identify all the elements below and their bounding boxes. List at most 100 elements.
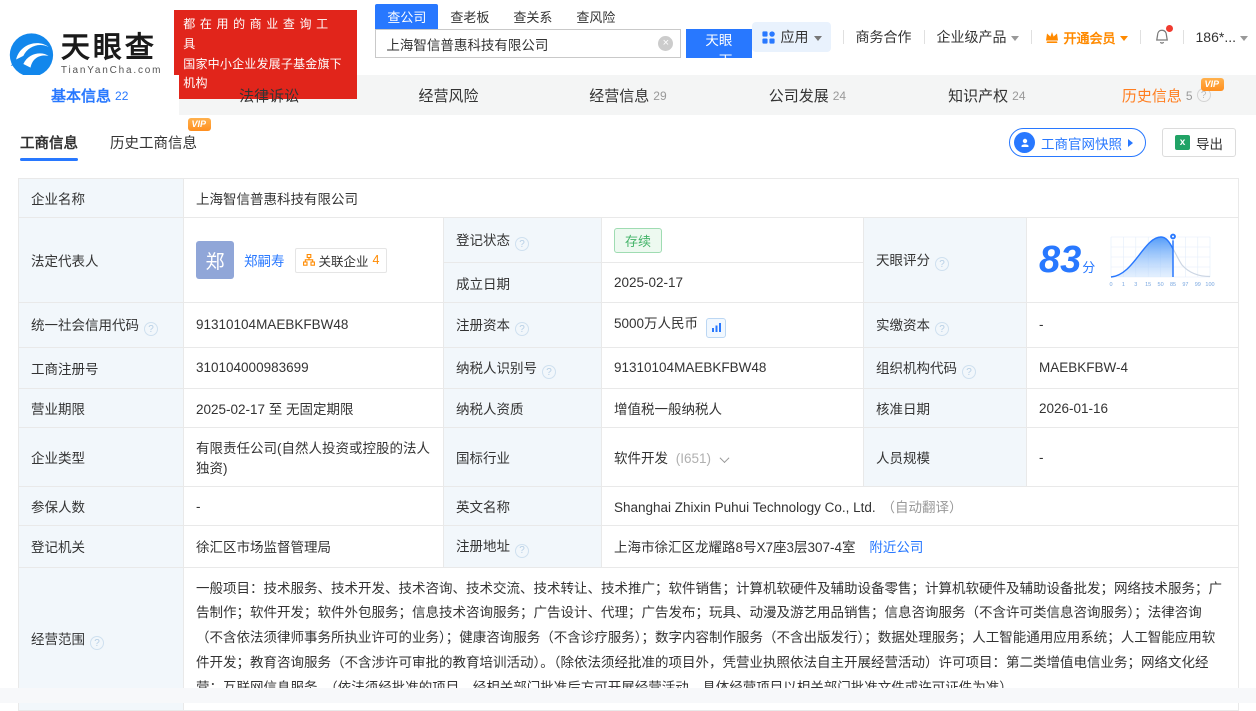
status-badge: 存续 <box>614 228 662 253</box>
section-subheader: 工商信息 历史工商信息 VIP 工商官网快照 x 导出 <box>0 115 1256 170</box>
svg-text:15: 15 <box>1145 282 1151 288</box>
search-input[interactable] <box>375 29 681 58</box>
reg-authority-value: 徐汇区市场监督管理局 <box>184 526 444 568</box>
reg-status-label: 登记状态 <box>444 218 602 263</box>
table-row: 工商注册号 310104000983699 纳税人识别号 91310104MAE… <box>19 347 1239 389</box>
chevron-down-icon <box>814 36 822 41</box>
industry-value: 软件开发 (I651) <box>602 428 864 487</box>
top-header: 天眼查 TianYanCha.com 都在用的商业查询工具 国家中小企业发展子基… <box>0 0 1256 75</box>
svg-text:0: 0 <box>1110 282 1113 288</box>
tab-operation-risk[interactable]: 经营风险 <box>359 75 538 115</box>
help-icon[interactable] <box>935 322 949 336</box>
help-icon[interactable] <box>515 544 529 558</box>
capital-trend-icon[interactable] <box>706 318 726 338</box>
taxpayer-id-value: 91310104MAEBKFBW48 <box>602 347 864 389</box>
export-button[interactable]: x 导出 <box>1162 128 1236 157</box>
approval-date-value: 2026-01-16 <box>1027 389 1239 428</box>
vip-badge: VIP <box>1201 78 1224 91</box>
official-snapshot-button[interactable]: 工商官网快照 <box>1009 128 1146 157</box>
org-code-label: 组织机构代码 <box>864 347 1027 389</box>
insured-label: 参保人数 <box>19 487 184 526</box>
tab-company-development[interactable]: 公司发展24 <box>718 75 897 115</box>
nav-vip-membership[interactable]: 开通会员 <box>1044 28 1128 47</box>
svg-text:99: 99 <box>1195 282 1201 288</box>
staff-size-label: 人员规模 <box>864 428 1027 487</box>
help-icon[interactable] <box>935 257 949 271</box>
divider <box>924 30 925 44</box>
search-area: 查公司 查老板 查关系 查风险 × 天眼一下 <box>375 4 751 58</box>
tab-history-info[interactable]: VIP 历史信息5 <box>1077 75 1256 115</box>
chevron-down-icon <box>1240 36 1248 41</box>
table-row: 统一社会信用代码 91310104MAEBKFBW48 注册资本 5000万人民… <box>19 303 1239 348</box>
related-companies-badge[interactable]: 关联企业 4 <box>295 248 388 273</box>
excel-icon: x <box>1175 135 1190 150</box>
reg-no-label: 工商注册号 <box>19 347 184 389</box>
nav-apps[interactable]: 应用 <box>752 22 831 52</box>
notifications-bell-icon[interactable] <box>1153 28 1171 46</box>
help-icon[interactable] <box>144 322 158 336</box>
insured-value: - <box>184 487 444 526</box>
score-value: 83分 <box>1039 241 1095 279</box>
reg-no-value: 310104000983699 <box>184 347 444 389</box>
address-label: 注册地址 <box>444 526 602 568</box>
svg-text:1: 1 <box>1122 282 1125 288</box>
nearby-companies-link[interactable]: 附近公司 <box>869 540 923 555</box>
tab-intellectual-property[interactable]: 知识产权24 <box>897 75 1076 115</box>
legal-rep-link[interactable]: 郑嗣寿 <box>244 250 285 270</box>
help-icon[interactable] <box>962 365 976 379</box>
help-icon[interactable] <box>515 322 529 336</box>
search-button[interactable]: 天眼一下 <box>686 29 751 58</box>
chevron-down-icon[interactable] <box>719 453 729 463</box>
legal-rep-cell: 郑 郑嗣寿 关联企业 4 <box>184 218 444 303</box>
tab-legal-litigation[interactable]: 法律诉讼 <box>179 75 358 115</box>
company-name-label: 企业名称 <box>19 179 184 218</box>
score-cell: 83分 <box>1027 218 1239 303</box>
help-icon[interactable] <box>515 237 529 251</box>
company-type-value: 有限责任公司(自然人投资或控股的法人独资) <box>184 428 444 487</box>
help-icon[interactable] <box>542 365 556 379</box>
chevron-down-icon <box>1120 36 1128 41</box>
paid-capital-label: 实缴资本 <box>864 303 1027 348</box>
search-tab-relation[interactable]: 查关系 <box>501 4 564 29</box>
brand-domain: TianYanCha.com <box>61 65 162 76</box>
top-nav: 应用 商务合作 企业级产品 开通会员 18 <box>752 22 1249 52</box>
est-date-value: 2025-02-17 <box>602 263 864 303</box>
address-value: 上海市徐汇区龙耀路8号X7座3层307-4室 附近公司 <box>602 526 1239 568</box>
nav-enterprise[interactable]: 企业级产品 <box>937 27 1019 47</box>
score-distribution-chart: 0 1 3 15 50 85 97 99 100 <box>1105 229 1217 291</box>
table-row: 法定代表人 郑 郑嗣寿 关联企业 4 登记状态 <box>19 218 1239 263</box>
tab-basic-info[interactable]: 基本信息22 <box>0 75 179 115</box>
nav-cooperation[interactable]: 商务合作 <box>856 27 912 47</box>
vip-badge: VIP <box>188 118 211 131</box>
subtab-business-info[interactable]: 工商信息 <box>20 118 78 167</box>
search-tab-company[interactable]: 查公司 <box>375 4 438 29</box>
subtab-history-business-info[interactable]: 历史工商信息 VIP <box>110 118 197 167</box>
svg-text:97: 97 <box>1183 282 1189 288</box>
chevron-down-icon <box>1011 36 1019 41</box>
divider <box>843 30 844 44</box>
company-type-label: 企业类型 <box>19 428 184 487</box>
nav-account[interactable]: 186*... <box>1196 29 1248 45</box>
svg-text:100: 100 <box>1206 282 1215 288</box>
stamp-icon <box>1014 132 1035 153</box>
avatar[interactable]: 郑 <box>196 241 234 279</box>
taxpayer-quality-value: 增值税一般纳税人 <box>602 389 864 428</box>
taxpayer-quality-label: 纳税人资质 <box>444 389 602 428</box>
english-name-value: Shanghai Zhixin Puhui Technology Co., Lt… <box>602 487 1239 526</box>
vip-crown-icon <box>1044 29 1060 45</box>
tab-operation-info[interactable]: 经营信息29 <box>538 75 717 115</box>
search-tabs: 查公司 查老板 查关系 查风险 <box>375 4 751 28</box>
divider <box>1140 30 1141 44</box>
reg-capital-value: 5000万人民币 <box>602 303 864 348</box>
search-tab-risk[interactable]: 查风险 <box>564 4 627 29</box>
divider <box>1183 30 1184 44</box>
svg-text:50: 50 <box>1158 282 1164 288</box>
english-name-label: 英文名称 <box>444 487 602 526</box>
search-tab-boss[interactable]: 查老板 <box>438 4 501 29</box>
industry-label: 国标行业 <box>444 428 602 487</box>
help-icon[interactable] <box>90 636 104 650</box>
brand-name: 天眼查 <box>61 34 162 63</box>
table-row: 企业类型 有限责任公司(自然人投资或控股的法人独资) 国标行业 软件开发 (I6… <box>19 428 1239 487</box>
divider <box>1031 30 1032 44</box>
reg-authority-label: 登记机关 <box>19 526 184 568</box>
